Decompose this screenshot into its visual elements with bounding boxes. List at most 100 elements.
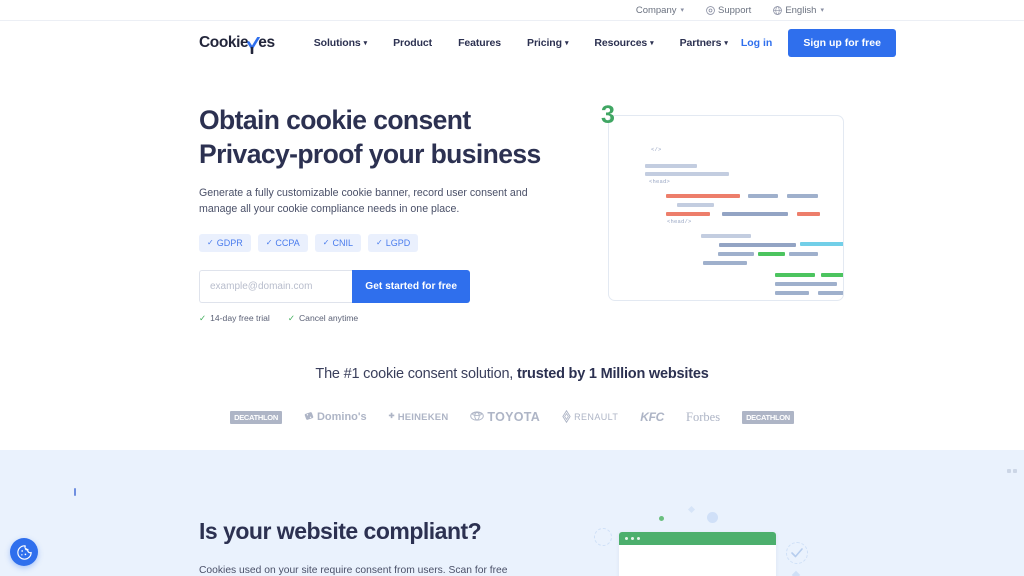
email-input[interactable] [199,269,353,303]
heineken-star-icon: ✚ [388,412,395,420]
code-line [789,252,818,256]
login-link[interactable]: Log in [741,37,773,49]
utility-item-language[interactable]: English ▾ [773,5,824,16]
client-logo-kfc: KFC [640,410,664,424]
browser-controls [1007,469,1017,473]
nav-label-product: Product [393,36,433,49]
cookie-gear-icon [16,544,32,560]
code-line [645,172,729,176]
trial-label-free-trial: 14-day free trial [210,313,270,324]
logo-text-part2: es [258,33,275,51]
code-line [775,282,837,286]
compliance-subtitle: Cookies used on your site require consen… [199,565,508,576]
dominos-icon [304,411,314,424]
chevron-down-icon: ▾ [363,39,368,47]
hero-title-line2: Privacy-proof your business [199,139,541,170]
decorative-ring [594,528,612,546]
code-line [718,252,754,256]
nav-item-features[interactable]: Features [445,37,514,49]
chevron-down-icon: ▾ [650,39,654,47]
code-line [701,234,751,238]
nav-label-pricing: Pricing [527,36,562,49]
main-navigation: Cookie es Solutions ▾ Product Features Pr… [0,21,1024,64]
decorative-ring-check [786,542,808,564]
code-tag-head-close: <head/> [667,218,692,225]
browser-mockup [619,532,776,576]
client-logo-decathlon-left: DECATHLON [230,410,282,424]
nav-label-features: Features [458,36,502,49]
nav-item-solutions[interactable]: Solutions ▾ [301,37,380,49]
nav-label-partners: Partners [679,36,722,49]
browser-control-icon [1013,469,1017,473]
client-logo-label: TOYOTA [487,410,541,425]
code-line [775,291,809,295]
decorative-dot-blue [707,512,718,523]
compliance-title: Is your website compliant? [199,518,482,544]
cookie-settings-widget-button[interactable] [10,538,38,566]
support-icon [706,5,715,15]
client-logo-label: RENAULT [574,412,619,423]
hero-subtitle: Generate a fully customizable cookie ban… [199,186,528,216]
compliance-badges: ✓ GDPR ✓ CCPA ✓ CNIL ✓ LGPD [199,233,559,252]
client-logo-dominos: Domino's [304,411,367,424]
social-proof-heading: The #1 cookie consent solution, trusted … [0,366,1024,382]
trial-item-free-trial: ✓ 14-day free trial [199,313,270,324]
nav-item-product[interactable]: Product [380,37,445,49]
code-line [666,194,740,198]
nav-label-solutions: Solutions [313,36,361,49]
client-logo-label: HEINEKEN [397,411,449,423]
code-line [800,242,843,246]
code-tag-head: <head> [649,178,671,185]
check-icon: ✓ [322,238,330,248]
utility-bar: Company ▾ Support English ▾ [0,0,1024,21]
check-icon: ✓ [375,238,383,248]
utility-label-support: Support [718,4,752,16]
client-logo-forbes: Forbes [686,410,720,425]
client-logo-label: Forbes [686,409,721,424]
client-logo-heineken: ✚ HEINEKEN [389,412,449,423]
code-line [821,273,843,277]
code-line [722,212,788,216]
step-number-badge: 3 [601,101,615,129]
decorative-dot-green [659,516,664,521]
signup-button[interactable]: Sign up for free [788,28,896,57]
client-logos: DECATHLON Domino's ✚ HEINEKEN TOYOTA REN… [0,409,1024,425]
code-line [645,164,697,168]
nav-item-resources[interactable]: Resources ▾ [581,37,666,49]
nav-item-pricing[interactable]: Pricing ▾ [514,37,581,49]
check-icon: ✓ [287,312,295,323]
toyota-icon [470,410,485,424]
badge-label-gdpr: GDPR [216,237,243,248]
chevron-down-icon: ▾ [680,7,685,14]
client-logo-label: KFC [640,410,665,425]
utility-label-language: English [785,4,817,16]
client-logo-toyota: TOYOTA [470,410,540,424]
code-line [797,212,820,216]
badge-gdpr: ✓ GDPR [199,233,251,252]
code-tag-open: </> [651,146,662,153]
badge-label-cnil: CNIL [332,237,353,248]
browser-control-icon [1007,469,1011,473]
trial-item-cancel-anytime: ✓ Cancel anytime [288,313,358,324]
badge-cnil: ✓ CNIL [314,233,361,252]
nav-item-partners[interactable]: Partners ▾ [667,37,741,49]
client-logo-label: DECATHLON [742,410,794,424]
check-icon: ✓ [199,312,207,323]
hero-content: Obtain cookie consent Privacy-proof your… [199,103,559,324]
code-editor-card: </> <head> <head/> [608,115,844,301]
hero-section: Obtain cookie consent Privacy-proof your… [0,64,1024,324]
badge-label-ccpa: CCPA [275,237,300,248]
client-logo-label: DECATHLON [230,410,282,424]
badge-label-lgpd: LGPD [385,237,411,248]
client-logo-renault: RENAULT [562,409,619,425]
logo-cookieyes[interactable]: Cookie es [199,33,275,54]
browser-dot-icon [631,537,634,540]
logo-text-part1: Cookie [199,33,249,51]
signup-form: Get started for free [199,269,470,303]
utility-item-support[interactable]: Support [706,5,751,16]
chevron-down-icon: ▾ [724,39,728,47]
utility-item-company[interactable]: Company ▾ [636,5,684,16]
compliance-content: Is your website compliant? Cookies used … [0,450,1024,576]
get-started-button[interactable]: Get started for free [352,269,470,303]
nav-label-resources: Resources [594,36,648,49]
